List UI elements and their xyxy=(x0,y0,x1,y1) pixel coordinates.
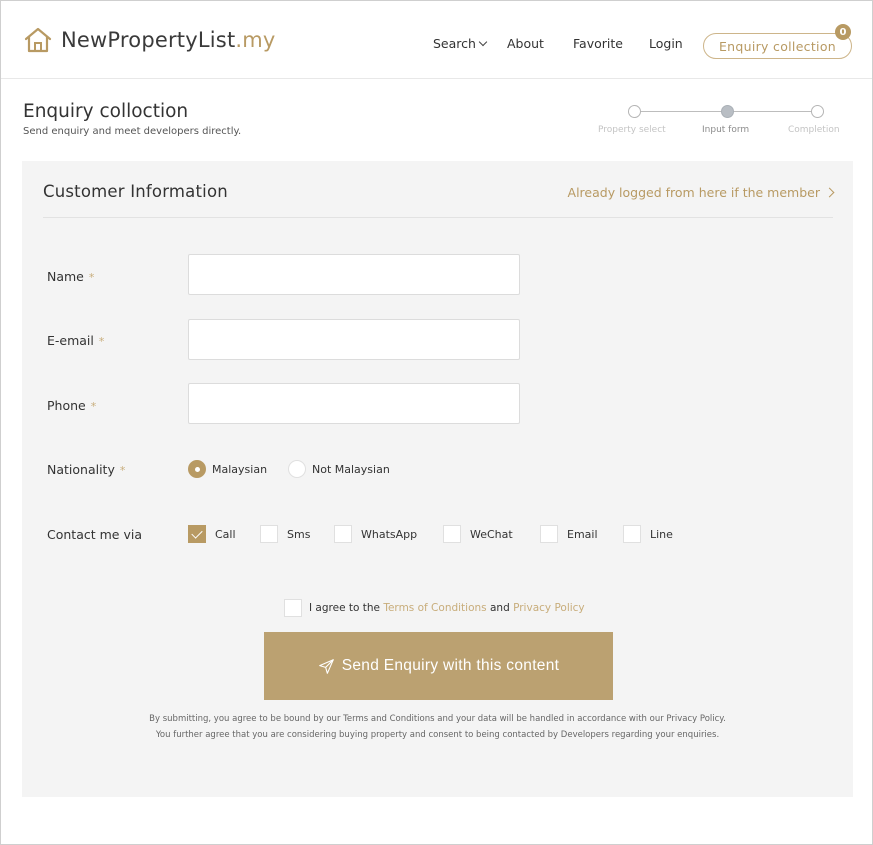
terms-link[interactable]: Terms of Conditions xyxy=(383,602,486,614)
required-mark: * xyxy=(98,335,105,348)
page-frame: NewPropertyList.my Search About Favorite… xyxy=(0,0,873,845)
nav-search-label: Search xyxy=(433,36,476,51)
phone-label: Phone * xyxy=(47,398,96,413)
email-label-text: E-email xyxy=(47,333,94,348)
enquiry-count-badge: 0 xyxy=(835,24,851,40)
step-connector xyxy=(635,111,727,112)
email-input[interactable] xyxy=(188,319,520,360)
radio-label: Malaysian xyxy=(212,462,268,476)
agree-and-text: and xyxy=(489,602,510,614)
logo-domain-text: .my xyxy=(235,28,276,52)
checkbox-email[interactable]: Email xyxy=(540,525,598,543)
disclaimer-line-2: You further agree that you are consideri… xyxy=(155,730,720,740)
step-label-completion: Completion xyxy=(788,125,840,135)
name-input[interactable] xyxy=(188,254,520,295)
progress-steps: Property select Input form Completion xyxy=(598,101,851,141)
logo-text: NewPropertyList.my xyxy=(61,28,276,52)
member-login-link[interactable]: Already logged from here if the member xyxy=(567,185,835,200)
nationality-label: Nationality * xyxy=(47,462,125,477)
phone-input[interactable] xyxy=(188,383,520,424)
name-label-text: Name xyxy=(47,269,84,284)
step-label-input-form: Input form xyxy=(702,125,750,135)
logo-main-text: NewPropertyList xyxy=(61,28,236,52)
page-subtitle: Send enquiry and meet developers directl… xyxy=(23,126,242,137)
site-logo[interactable]: NewPropertyList.my xyxy=(23,25,276,55)
required-mark: * xyxy=(88,271,95,284)
step-dot-completion xyxy=(811,105,824,118)
checkbox-label: Call xyxy=(215,527,236,541)
step-label-property-select: Property select xyxy=(598,125,666,135)
checkbox-checked-icon xyxy=(188,525,206,543)
house-icon xyxy=(24,27,52,53)
checkbox-icon xyxy=(260,525,278,543)
name-label: Name * xyxy=(47,269,94,284)
agree-terms-checkbox[interactable]: I agree to the Terms of Conditions and P… xyxy=(284,599,585,617)
checkbox-label: Email xyxy=(567,527,598,541)
step-connector xyxy=(733,111,817,112)
checkbox-whatsapp[interactable]: WhatsApp xyxy=(334,525,417,543)
step-dot-input-form xyxy=(721,105,734,118)
radio-selected-icon xyxy=(188,460,206,478)
required-mark: * xyxy=(119,464,126,477)
send-enquiry-button[interactable]: Send Enquiry with this content xyxy=(264,632,613,700)
checkbox-sms[interactable]: Sms xyxy=(260,525,310,543)
checkbox-label: Line xyxy=(650,527,673,541)
checkbox-label: WeChat xyxy=(470,527,513,541)
divider xyxy=(43,217,833,218)
checkbox-label: Sms xyxy=(287,527,311,541)
privacy-policy-link[interactable]: Privacy Policy xyxy=(513,602,585,614)
nationality-label-text: Nationality xyxy=(47,462,115,477)
paper-plane-icon xyxy=(318,658,334,674)
radio-unselected-icon xyxy=(288,460,306,478)
customer-information-panel: Customer Information Already logged from… xyxy=(22,161,853,797)
contact-via-label: Contact me via xyxy=(47,527,142,542)
checkbox-icon xyxy=(540,525,558,543)
checkbox-icon xyxy=(443,525,461,543)
checkbox-icon xyxy=(284,599,302,617)
enquiry-collection-button[interactable]: Enquiry collection xyxy=(703,33,852,59)
required-mark: * xyxy=(90,400,97,413)
member-login-label: Already logged from here if the member xyxy=(567,185,820,200)
radio-not-malaysian[interactable]: Not Malaysian xyxy=(288,460,390,478)
nav-about[interactable]: About xyxy=(507,36,544,51)
radio-malaysian[interactable]: Malaysian xyxy=(188,460,267,478)
panel-title: Customer Information xyxy=(43,182,228,201)
checkbox-line[interactable]: Line xyxy=(623,525,673,543)
site-header: NewPropertyList.my Search About Favorite… xyxy=(1,1,872,79)
nav-favorite[interactable]: Favorite xyxy=(573,36,623,51)
checkbox-call[interactable]: Call xyxy=(188,525,236,543)
send-enquiry-label: Send Enquiry with this content xyxy=(341,657,560,674)
chevron-down-icon xyxy=(478,37,488,46)
email-label: E-email * xyxy=(47,333,104,348)
checkbox-label: WhatsApp xyxy=(361,527,418,541)
nav-search[interactable]: Search xyxy=(433,36,488,51)
chevron-right-icon xyxy=(824,187,835,198)
agree-prefix-text: I agree to the xyxy=(309,602,380,614)
page-title: Enquiry colloction xyxy=(23,101,189,122)
nav-login[interactable]: Login xyxy=(649,36,683,51)
checkbox-icon xyxy=(623,525,641,543)
disclaimer-line-1: By submitting, you agree to be bound by … xyxy=(149,714,726,724)
checkbox-wechat[interactable]: WeChat xyxy=(443,525,513,543)
radio-label: Not Malaysian xyxy=(312,462,390,476)
checkbox-icon xyxy=(334,525,352,543)
step-dot-property-select xyxy=(628,105,641,118)
phone-label-text: Phone xyxy=(47,398,86,413)
